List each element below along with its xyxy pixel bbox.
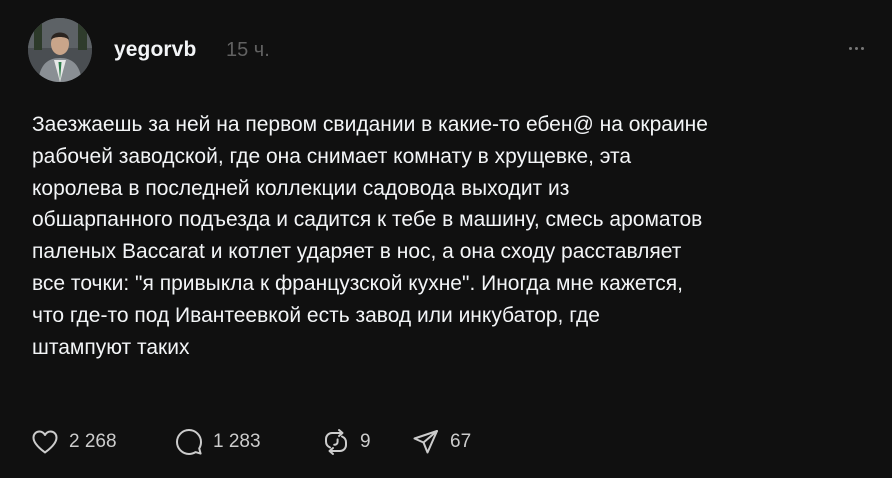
more-options-icon [848,46,852,50]
comment-icon [176,429,202,455]
username-link[interactable]: yegorvb [114,38,196,62]
post-timestamp[interactable]: 15 ч. [226,39,270,62]
post-text-line: королева в последней коллекции садовода … [32,176,570,200]
post-text-line: Заезжаешь за ней на первом свидании в ка… [32,113,708,136]
post-text: Заезжаешь за ней на первом свидании в ка… [32,109,872,363]
post-text-line: что где-то под Ивантеевкой есть завод ил… [32,303,600,327]
more-options-icon [860,46,864,50]
post-text-line: паленых Baccarat и котлет ударяет в нос,… [32,240,682,264]
more-options-icon [854,46,858,50]
heart-icon [32,430,58,454]
like-button[interactable]: 2 268 [30,424,174,460]
repost-count: 9 [360,431,371,452]
share-icon [413,430,438,454]
avatar-image [28,18,92,82]
post-text-line: обшарпанного подъезда и садится к тебе в… [32,208,703,232]
post-text-line: штампуют таких [32,335,190,359]
like-count: 2 268 [69,431,117,452]
repost-icon [325,429,347,455]
share-count: 67 [450,431,472,452]
more-options-button[interactable] [842,36,870,60]
avatar[interactable] [28,18,92,82]
post-text-line: рабочей заводской, где она снимает комна… [32,144,632,168]
share-button[interactable]: 67 [411,424,511,460]
post-actions: 2 268 1 283 9 67 [30,424,511,460]
comment-button[interactable]: 1 283 [174,424,321,460]
comment-count: 1 283 [213,431,261,452]
post-text-line: все точки: "я привыкла к французской кух… [32,271,683,295]
thread-post: yegorvb 15 ч. Заезжаешь за ней на первом… [0,0,892,478]
repost-button[interactable]: 9 [321,424,411,460]
